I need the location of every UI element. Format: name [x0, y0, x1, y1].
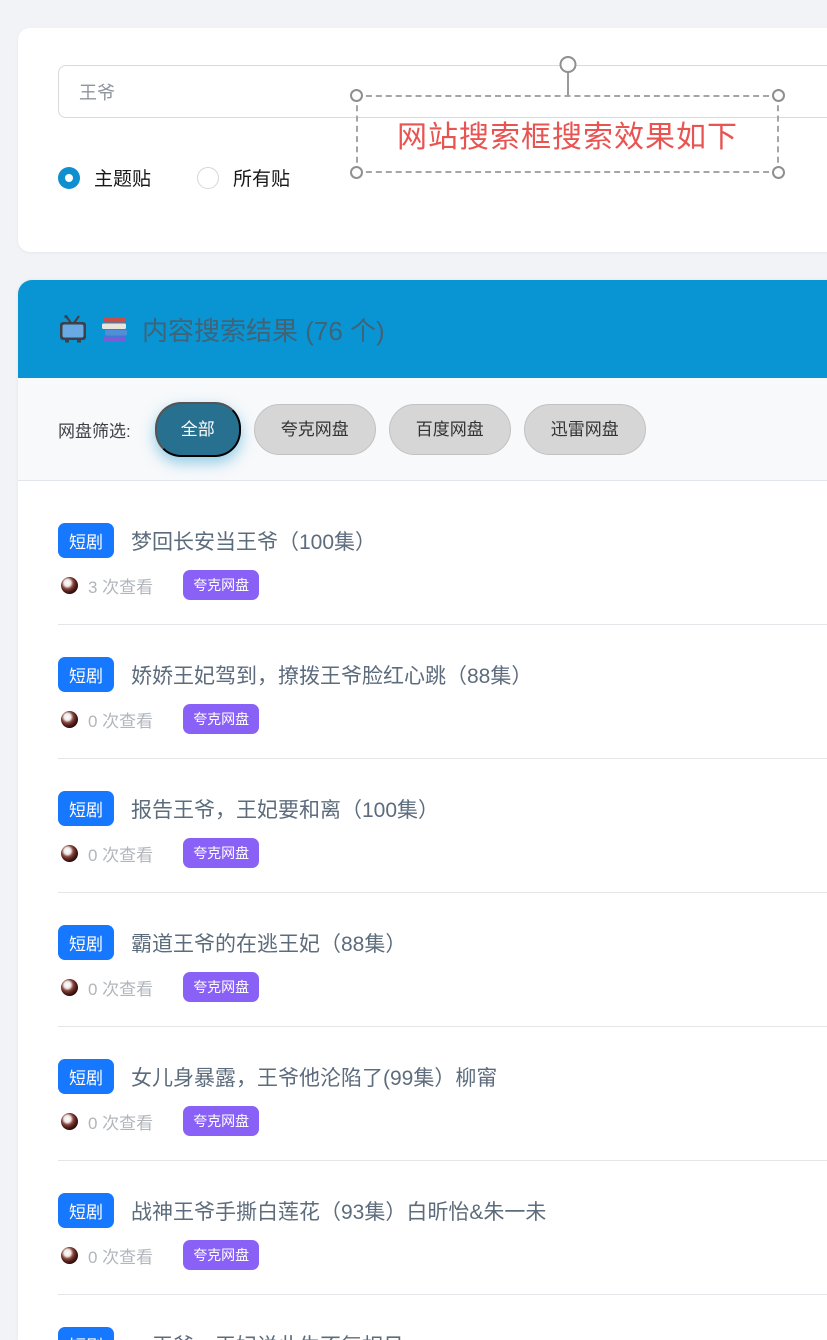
annotation-text: 网站搜索框搜索效果如下	[397, 112, 738, 156]
filter-pill-group: 全部 夸克网盘 百度网盘 迅雷网盘	[155, 402, 646, 457]
result-item: 短剧 战神王爷手撕白莲花（93集）白昕怡&朱一未 0 次查看 夸克网盘	[58, 1161, 827, 1295]
result-meta-row: 0 次查看 夸克网盘	[58, 1240, 827, 1270]
radio-group: 主题贴 所有贴	[58, 164, 290, 191]
resize-handle-icon[interactable]	[772, 89, 785, 102]
result-title[interactable]: 、王爷，王妃说此生不复相见	[131, 1330, 404, 1340]
view-count: 0 次查看	[88, 707, 153, 732]
result-title-row[interactable]: 短剧 战神王爷手撕白莲花（93集）白昕怡&朱一未	[58, 1193, 827, 1228]
result-title[interactable]: 霸道王爷的在逃王妃（88集）	[131, 928, 406, 958]
result-meta-row: 3 次查看 夸克网盘	[58, 570, 827, 600]
result-title[interactable]: 梦回长安当王爷（100集）	[131, 526, 376, 556]
source-badge: 夸克网盘	[183, 1240, 259, 1270]
filter-bar: 网盘筛选: 全部 夸克网盘 百度网盘 迅雷网盘	[18, 378, 827, 481]
resize-handle-icon[interactable]	[350, 166, 363, 179]
radio-option[interactable]: 所有贴	[197, 164, 290, 191]
result-meta-row: 0 次查看 夸克网盘	[58, 704, 827, 734]
radio-label: 主题贴	[94, 164, 151, 191]
result-item: 短剧 梦回长安当王爷（100集） 3 次查看 夸克网盘	[58, 491, 827, 625]
result-title-row[interactable]: 短剧 霸道王爷的在逃王妃（88集）	[58, 925, 827, 960]
results-header: 内容搜索结果 (76 个)	[18, 280, 827, 378]
filter-pill[interactable]: 迅雷网盘	[524, 404, 646, 455]
filter-pill[interactable]: 百度网盘	[389, 404, 511, 455]
result-title[interactable]: 报告王爷，王妃要和离（100集）	[131, 794, 439, 824]
resize-handle-icon[interactable]	[350, 89, 363, 102]
result-meta-row: 0 次查看 夸克网盘	[58, 972, 827, 1002]
type-badge: 短剧	[58, 523, 114, 558]
rotate-handle-line	[567, 73, 569, 95]
rotate-handle-icon[interactable]	[559, 56, 576, 73]
result-item: 短剧 霸道王爷的在逃王妃（88集） 0 次查看 夸克网盘	[58, 893, 827, 1027]
results-panel: 内容搜索结果 (76 个) 网盘筛选: 全部 夸克网盘 百度网盘 迅雷网盘 短剧…	[18, 280, 827, 1340]
eye-icon	[61, 577, 78, 594]
eye-icon	[61, 711, 78, 728]
view-count: 3 次查看	[88, 573, 153, 598]
eye-icon	[61, 979, 78, 996]
view-count: 0 次查看	[88, 841, 153, 866]
results-list: 短剧 梦回长安当王爷（100集） 3 次查看 夸克网盘 短剧 娇娇王妃驾到，撩拨…	[18, 481, 827, 1340]
result-title-row[interactable]: 短剧 娇娇王妃驾到，撩拨王爷脸红心跳（88集）	[58, 657, 827, 692]
result-meta-row: 0 次查看 夸克网盘	[58, 838, 827, 868]
type-badge: 短剧	[58, 1059, 114, 1094]
radio-circle-icon[interactable]	[58, 167, 80, 189]
source-badge: 夸克网盘	[183, 972, 259, 1002]
result-item: 短剧 娇娇王妃驾到，撩拨王爷脸红心跳（88集） 0 次查看 夸克网盘	[58, 625, 827, 759]
view-count: 0 次查看	[88, 975, 153, 1000]
eye-icon	[61, 845, 78, 862]
search-input-value: 王爷	[79, 79, 115, 105]
result-title-row[interactable]: 短剧 梦回长安当王爷（100集）	[58, 523, 827, 558]
result-title[interactable]: 战神王爷手撕白莲花（93集）白昕怡&朱一未	[131, 1196, 546, 1226]
radio-label: 所有贴	[233, 164, 290, 191]
source-badge: 夸克网盘	[183, 1106, 259, 1136]
result-item: 短剧 女儿身暴露，王爷他沦陷了(99集）柳甯 0 次查看 夸克网盘	[58, 1027, 827, 1161]
result-item: 短剧 报告王爷，王妃要和离（100集） 0 次查看 夸克网盘	[58, 759, 827, 893]
results-header-title: 内容搜索结果 (76 个)	[142, 311, 385, 348]
source-badge: 夸克网盘	[183, 704, 259, 734]
result-title[interactable]: 娇娇王妃驾到，撩拨王爷脸红心跳（88集）	[131, 660, 532, 690]
eye-icon	[61, 1247, 78, 1264]
view-count: 0 次查看	[88, 1243, 153, 1268]
annotation-overlay: 网站搜索框搜索效果如下	[356, 95, 779, 173]
filter-pill[interactable]: 全部	[155, 402, 241, 457]
type-badge: 短剧	[58, 657, 114, 692]
filter-label: 网盘筛选:	[58, 417, 131, 442]
result-meta-row: 0 次查看 夸克网盘	[58, 1106, 827, 1136]
type-badge: 短剧	[58, 791, 114, 826]
source-badge: 夸克网盘	[183, 838, 259, 868]
radio-circle-icon[interactable]	[197, 167, 219, 189]
type-badge: 短剧	[58, 1327, 114, 1340]
result-title[interactable]: 女儿身暴露，王爷他沦陷了(99集）柳甯	[131, 1062, 497, 1092]
result-title-row[interactable]: 短剧 女儿身暴露，王爷他沦陷了(99集）柳甯	[58, 1059, 827, 1094]
resize-handle-icon[interactable]	[772, 166, 785, 179]
eye-icon	[61, 1113, 78, 1130]
radio-option[interactable]: 主题贴	[58, 164, 151, 191]
books-icon	[100, 315, 130, 343]
result-item: 短剧 、王爷，王妃说此生不复相见 0 次查看 夸克网盘	[58, 1295, 827, 1340]
type-badge: 短剧	[58, 1193, 114, 1228]
view-count: 0 次查看	[88, 1109, 153, 1134]
filter-pill[interactable]: 夸克网盘	[254, 404, 376, 455]
annotation-box[interactable]: 网站搜索框搜索效果如下	[356, 95, 779, 173]
result-title-row[interactable]: 短剧 、王爷，王妃说此生不复相见	[58, 1327, 827, 1340]
type-badge: 短剧	[58, 925, 114, 960]
tv-icon	[58, 315, 88, 343]
result-title-row[interactable]: 短剧 报告王爷，王妃要和离（100集）	[58, 791, 827, 826]
source-badge: 夸克网盘	[183, 570, 259, 600]
